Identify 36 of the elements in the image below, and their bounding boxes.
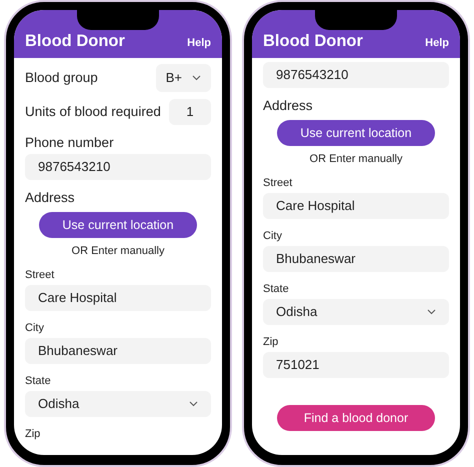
action-button[interactable]: Find a blood donor xyxy=(277,405,435,431)
field-label: City xyxy=(263,229,283,243)
blood-group-select[interactable]: B+ xyxy=(156,64,211,92)
field-label: Units of blood required xyxy=(25,102,161,121)
action-button[interactable]: Use current location xyxy=(277,120,435,146)
text-field[interactable]: Care Hospital xyxy=(25,285,211,311)
field-label: City xyxy=(25,321,45,335)
chevron-down-icon xyxy=(189,401,198,407)
text-field[interactable]: Bhubaneswar xyxy=(263,246,449,272)
state-select[interactable]: Odisha xyxy=(263,299,449,325)
action-button[interactable]: Use current location xyxy=(39,212,197,238)
text-field[interactable]: Bhubaneswar xyxy=(25,338,211,364)
state-select[interactable]: Odisha xyxy=(25,391,211,417)
helper-text: OR Enter manually xyxy=(308,152,404,166)
app-title: Blood Donor xyxy=(25,31,125,51)
chevron-down-icon xyxy=(427,309,436,315)
chevron-down-icon xyxy=(192,75,201,81)
field-label: State xyxy=(263,282,290,296)
field-label: Street xyxy=(263,176,294,190)
field-label: Zip xyxy=(25,427,42,441)
field-label: Street xyxy=(25,268,56,282)
text-field[interactable]: Care Hospital xyxy=(263,193,449,219)
text-field[interactable]: 9876543210 xyxy=(25,154,211,180)
section-label: Address xyxy=(263,98,314,114)
section-label: Address xyxy=(25,190,76,206)
app-title: Blood Donor xyxy=(263,31,363,51)
units-input[interactable]: 1 xyxy=(169,99,211,125)
helper-text: OR Enter manually xyxy=(70,244,166,258)
field-label: State xyxy=(25,374,52,388)
text-field[interactable]: 751021 xyxy=(263,352,449,378)
help-link[interactable]: Help xyxy=(425,35,449,51)
field-label: Zip xyxy=(263,335,280,349)
text-field[interactable]: 9876543210 xyxy=(263,62,449,88)
help-link[interactable]: Help xyxy=(187,35,211,51)
field-label: Blood group xyxy=(25,68,98,87)
section-label: Phone number xyxy=(25,135,115,151)
